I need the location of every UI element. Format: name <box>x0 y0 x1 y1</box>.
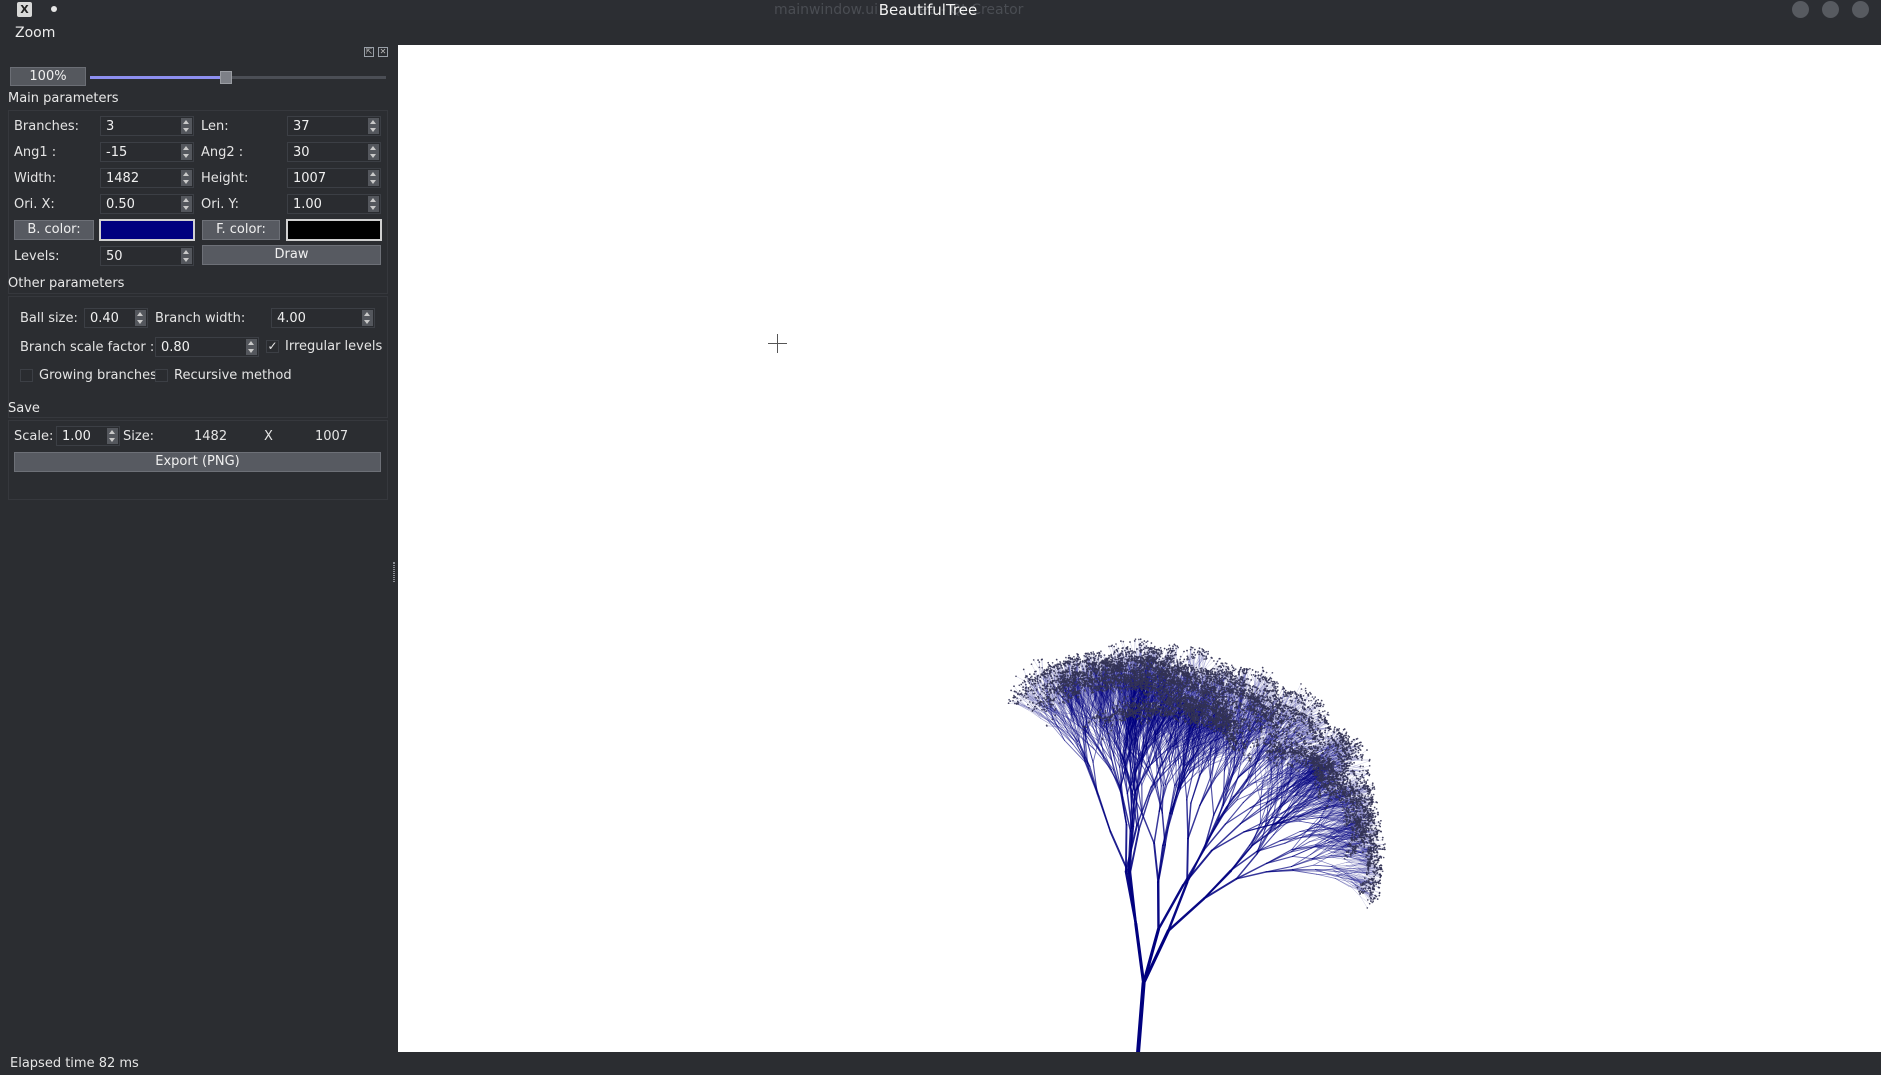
other-parameters-label: Other parameters <box>8 276 124 291</box>
branch-width-label: Branch width: <box>155 311 245 326</box>
size-x-separator: X <box>264 429 273 444</box>
len-label: Len: <box>201 119 229 134</box>
len-value: 37 <box>293 119 310 134</box>
ball-size-spinbox[interactable]: 0.40 <box>84 308 148 328</box>
branch-color-swatch[interactable] <box>99 219 195 241</box>
width-spinbox[interactable]: 1482 <box>100 168 194 188</box>
branches-label: Branches: <box>14 119 79 134</box>
ball-size-label: Ball size: <box>20 311 78 326</box>
width-value: 1482 <box>106 171 139 186</box>
height-spinbox[interactable]: 1007 <box>287 168 381 188</box>
spin-arrows-icon[interactable] <box>181 144 192 160</box>
spin-arrows-icon[interactable] <box>362 310 373 326</box>
size-height-value: 1007 <box>315 429 348 444</box>
branch-scale-spinbox[interactable]: 0.80 <box>155 337 259 357</box>
tree-branch <box>1138 983 1144 1053</box>
ball-size-value: 0.40 <box>90 311 119 326</box>
spin-arrows-icon[interactable] <box>181 118 192 134</box>
main-parameters-label: Main parameters <box>8 91 119 106</box>
zoom-value-button[interactable]: 100% <box>10 67 86 86</box>
f-color-button[interactable]: F. color: <box>202 220 280 240</box>
ang2-value: 30 <box>293 145 310 160</box>
export-png-button[interactable]: Export (PNG) <box>14 452 381 472</box>
title-bar: X mainwindow.ui ree - Qt Creator Beautif… <box>0 0 1881 20</box>
save-label: Save <box>8 401 40 416</box>
zoom-slider[interactable] <box>90 76 386 79</box>
branches-value: 3 <box>106 119 114 134</box>
orix-value: 0.50 <box>106 197 135 212</box>
window-title: BeautifulTree <box>0 1 1856 19</box>
oriy-spinbox[interactable]: 1.00 <box>287 194 381 214</box>
width-label: Width: <box>14 171 56 186</box>
tree-canvas[interactable] <box>398 45 1881 1053</box>
spin-arrows-icon[interactable] <box>181 248 192 264</box>
scale-spin-arrows-icon[interactable] <box>107 428 118 444</box>
branch-width-spinbox[interactable]: 4.00 <box>271 308 375 328</box>
len-spinbox[interactable]: 37 <box>287 116 381 136</box>
orix-spinbox[interactable]: 0.50 <box>100 194 194 214</box>
minimize-button[interactable] <box>1792 1 1809 18</box>
branch-scale-label: Branch scale factor : <box>20 340 154 355</box>
size-label: Size: <box>123 429 154 444</box>
spin-arrows-icon[interactable] <box>246 339 257 355</box>
spin-arrows-icon[interactable] <box>181 196 192 212</box>
tree-branches <box>1008 638 1386 1053</box>
parameters-dock: Zoom ⇱ ✕ 100% Main parameters Branches: … <box>0 22 397 1052</box>
zoom-slider-fill <box>90 76 226 79</box>
spin-arrows-icon[interactable] <box>368 196 379 212</box>
dock-close-icon[interactable]: ✕ <box>378 47 388 57</box>
irregular-levels-checkbox[interactable]: ✓ <box>266 340 279 353</box>
foreground-color-swatch[interactable] <box>286 219 382 241</box>
draw-button[interactable]: Draw <box>202 245 381 265</box>
branch-scale-value: 0.80 <box>161 340 190 355</box>
spin-arrows-icon[interactable] <box>368 170 379 186</box>
levels-label: Levels: <box>14 249 59 264</box>
branches-spinbox[interactable]: 3 <box>100 116 194 136</box>
height-label: Height: <box>201 171 248 186</box>
recursive-method-checkbox[interactable] <box>155 369 168 382</box>
zoom-slider-handle[interactable] <box>220 71 232 84</box>
scale-value: 1.00 <box>62 429 91 444</box>
levels-spinbox[interactable]: 50 <box>100 246 194 266</box>
ang2-spinbox[interactable]: 30 <box>287 142 381 162</box>
ang1-spinbox[interactable]: -15 <box>100 142 194 162</box>
spin-arrows-icon[interactable] <box>181 170 192 186</box>
dock-float-icon[interactable]: ⇱ <box>364 47 374 57</box>
levels-value: 50 <box>106 249 123 264</box>
growing-branches-checkbox[interactable] <box>20 369 33 382</box>
ang2-label: Ang2 : <box>201 145 243 160</box>
ang1-value: -15 <box>106 145 127 160</box>
size-width-value: 1482 <box>194 429 227 444</box>
orix-label: Ori. X: <box>14 197 55 212</box>
irregular-levels-label: Irregular levels <box>285 339 382 354</box>
tree-branch <box>1126 825 1127 872</box>
ang1-label: Ang1 : <box>14 145 56 160</box>
oriy-label: Ori. Y: <box>201 197 239 212</box>
branch-width-value: 4.00 <box>277 311 306 326</box>
tree-branch <box>1136 924 1144 983</box>
spin-arrows-icon[interactable] <box>368 144 379 160</box>
recursive-method-label: Recursive method <box>174 368 292 383</box>
tree-drawing <box>398 45 1881 1053</box>
spin-arrows-icon[interactable] <box>135 310 146 326</box>
maximize-button[interactable] <box>1822 1 1839 18</box>
dock-title: Zoom <box>15 25 55 41</box>
panel-splitter-handle[interactable] <box>393 562 395 582</box>
b-color-button[interactable]: B. color: <box>14 220 94 240</box>
scale-label: Scale: <box>14 429 53 444</box>
oriy-value: 1.00 <box>293 197 322 212</box>
height-value: 1007 <box>293 171 326 186</box>
close-button[interactable] <box>1852 1 1869 18</box>
spin-arrows-icon[interactable] <box>368 118 379 134</box>
growing-branches-label: Growing branches <box>39 368 157 383</box>
